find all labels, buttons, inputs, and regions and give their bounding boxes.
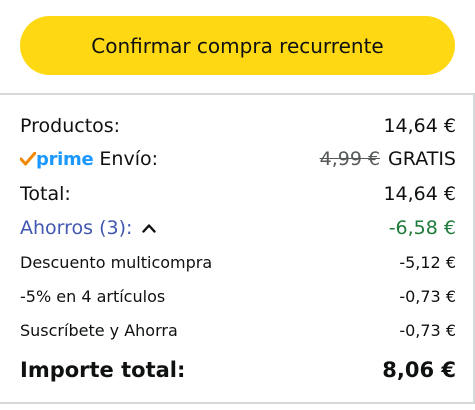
products-row: Productos: 14,64 € xyxy=(20,112,456,140)
total-row: Total: 14,64 € xyxy=(20,180,456,208)
grand-total-row: Importe total: 8,06 € xyxy=(20,355,456,385)
discount-row: Descuento multicompra -5,12 € xyxy=(20,250,456,274)
discount-value: -0,73 € xyxy=(399,286,456,306)
shipping-original-price: 4,99 € xyxy=(319,148,381,170)
discount-row: Suscríbete y Ahorra -0,73 € xyxy=(20,318,456,342)
savings-toggle[interactable]: Ahorros (3): xyxy=(20,217,157,239)
discount-value: -0,73 € xyxy=(399,320,456,340)
chevron-up-icon xyxy=(142,223,157,233)
discount-label: Descuento multicompra xyxy=(20,252,213,272)
prime-logo: prime xyxy=(20,148,94,170)
divider xyxy=(0,93,475,95)
grand-total-label: Importe total: xyxy=(20,358,186,382)
divider xyxy=(0,402,475,404)
prime-brand: prime xyxy=(36,148,94,170)
discount-label: Suscríbete y Ahorra xyxy=(20,320,178,340)
shipping-label: Envío: xyxy=(99,148,159,170)
discount-label: -5% en 4 artículos xyxy=(20,286,166,306)
shipping-value: GRATIS xyxy=(388,148,456,170)
discount-row: -5% en 4 artículos -0,73 € xyxy=(20,284,456,308)
savings-row: Ahorros (3): -6,58 € xyxy=(20,214,456,242)
products-label: Productos: xyxy=(20,115,121,137)
prime-check-icon xyxy=(20,152,36,166)
confirm-recurring-purchase-button[interactable]: Confirmar compra recurrente xyxy=(20,16,455,75)
savings-value: -6,58 € xyxy=(388,217,456,239)
total-label: Total: xyxy=(20,183,71,205)
discount-value: -5,12 € xyxy=(399,252,456,272)
savings-label: Ahorros (3): xyxy=(20,217,133,239)
shipping-row: prime Envío: 4,99 € GRATIS xyxy=(20,145,456,173)
total-value: 14,64 € xyxy=(383,183,456,205)
grand-total-value: 8,06 € xyxy=(382,358,456,382)
products-value: 14,64 € xyxy=(383,115,456,137)
